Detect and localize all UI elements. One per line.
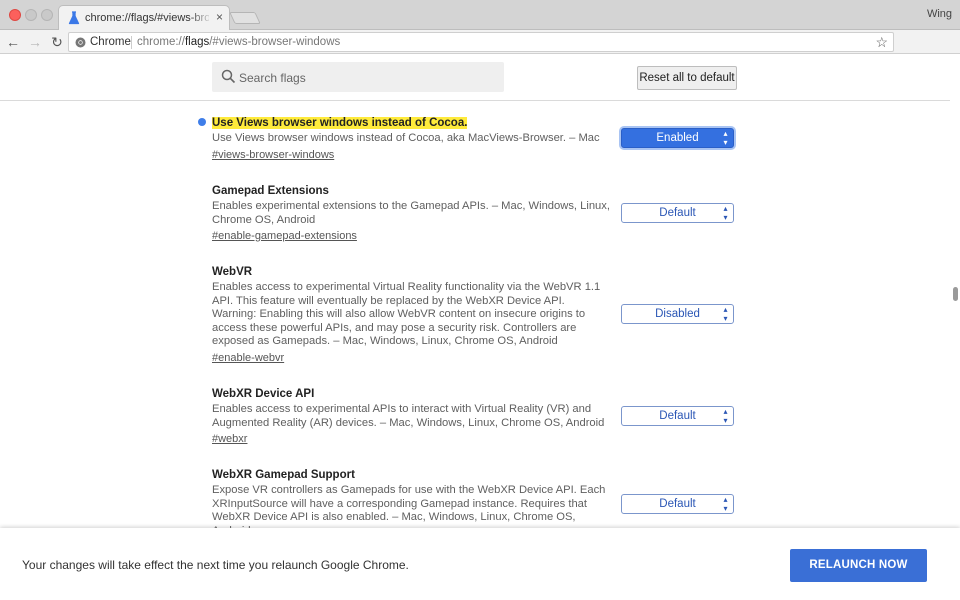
flag-item: WebVR Enables access to experimental Vir… xyxy=(212,264,612,365)
flag-item: Use Views browser windows instead of Coc… xyxy=(212,115,612,162)
relaunch-message: Your changes will take effect the next t… xyxy=(22,558,409,572)
flag-select-value: Default xyxy=(659,498,696,510)
flag-select-value: Default xyxy=(659,207,696,219)
flask-icon xyxy=(68,11,80,25)
flag-description: Enables experimental extensions to the G… xyxy=(212,200,610,226)
flag-select[interactable]: Default ▴ ▾ xyxy=(621,406,734,426)
flag-select[interactable]: Enabled ▴ ▾ xyxy=(621,128,734,148)
flags-header: Search flags Reset all to default xyxy=(0,55,950,101)
flag-title: WebVR xyxy=(212,266,253,278)
select-arrows-icon: ▴ ▾ xyxy=(723,129,728,147)
flag-item: Gamepad Extensions Enables experimental … xyxy=(212,183,612,243)
flag-select-value: Enabled xyxy=(656,132,699,144)
reload-button[interactable]: ↻ xyxy=(47,32,67,52)
relaunch-bar: Your changes will take effect the next t… xyxy=(0,528,960,600)
window-minimize-button[interactable] xyxy=(25,9,37,21)
flag-description: Enables access to experimental APIs to i… xyxy=(212,403,605,429)
flag-title: WebXR Gamepad Support xyxy=(212,469,355,481)
browser-toolbar: ← → ↻ Chrome chrome://flags/#views-brows… xyxy=(0,30,960,79)
tab-title-fade xyxy=(189,10,213,28)
flag-title: Use Views browser windows instead of Coc… xyxy=(212,117,468,129)
flag-title: WebXR Device API xyxy=(212,388,315,400)
search-placeholder: Search flags xyxy=(239,71,306,85)
window-titlebar: chrome://flags/#views-browser-windows × … xyxy=(0,0,960,30)
address-bar-url[interactable]: chrome://flags/#views-browser-windows xyxy=(137,36,340,48)
search-input[interactable]: Search flags xyxy=(212,62,504,92)
flag-item: WebXR Device API Enables access to exper… xyxy=(212,386,612,446)
tab-flags[interactable]: chrome://flags/#views-browser-windows × xyxy=(58,5,230,30)
tab-close-icon[interactable]: × xyxy=(216,10,223,24)
flag-description: Use Views browser windows instead of Coc… xyxy=(212,132,600,144)
flag-link[interactable]: #enable-gamepad-extensions xyxy=(212,229,357,243)
new-tab-button[interactable] xyxy=(229,12,261,24)
flag-title: Gamepad Extensions xyxy=(212,185,329,197)
select-arrows-icon: ▴ ▾ xyxy=(723,204,728,222)
chrome-icon xyxy=(75,37,86,48)
profile-name[interactable]: Wing xyxy=(927,8,952,20)
url-scheme: chrome:// xyxy=(137,36,185,48)
url-host: flags xyxy=(184,36,210,48)
flag-select[interactable]: Default ▴ ▾ xyxy=(621,494,734,514)
select-arrows-icon: ▴ ▾ xyxy=(723,305,728,323)
flag-link[interactable]: #enable-webvr xyxy=(212,351,284,365)
flag-link[interactable]: #webxr xyxy=(212,432,247,446)
address-bar[interactable]: Chrome chrome://flags/#views-browser-win… xyxy=(68,32,894,52)
window-zoom-button[interactable] xyxy=(41,9,53,21)
search-icon xyxy=(221,69,236,84)
flag-select-value: Default xyxy=(659,410,696,422)
flag-select[interactable]: Default ▴ ▾ xyxy=(621,203,734,223)
address-bar-separator xyxy=(131,36,132,49)
flag-select-value: Disabled xyxy=(655,308,700,320)
back-button[interactable]: ← xyxy=(3,32,23,52)
window-close-button[interactable] xyxy=(9,9,21,21)
select-arrows-icon: ▴ ▾ xyxy=(723,495,728,513)
select-arrows-icon: ▴ ▾ xyxy=(723,407,728,425)
modified-indicator-dot xyxy=(198,118,206,126)
url-fragment: /#views-browser-windows xyxy=(209,36,341,48)
star-icon[interactable]: ☆ xyxy=(875,34,888,51)
address-bar-chip: Chrome xyxy=(90,36,131,48)
flag-link[interactable]: #views-browser-windows xyxy=(212,148,334,162)
flag-select[interactable]: Disabled ▴ ▾ xyxy=(621,304,734,324)
flag-description: Enables access to experimental Virtual R… xyxy=(212,281,601,347)
reset-all-button[interactable]: Reset all to default xyxy=(637,66,737,90)
relaunch-button[interactable]: RELAUNCH NOW xyxy=(790,549,927,582)
scrollbar-thumb[interactable] xyxy=(953,287,958,301)
forward-button[interactable]: → xyxy=(25,32,45,52)
